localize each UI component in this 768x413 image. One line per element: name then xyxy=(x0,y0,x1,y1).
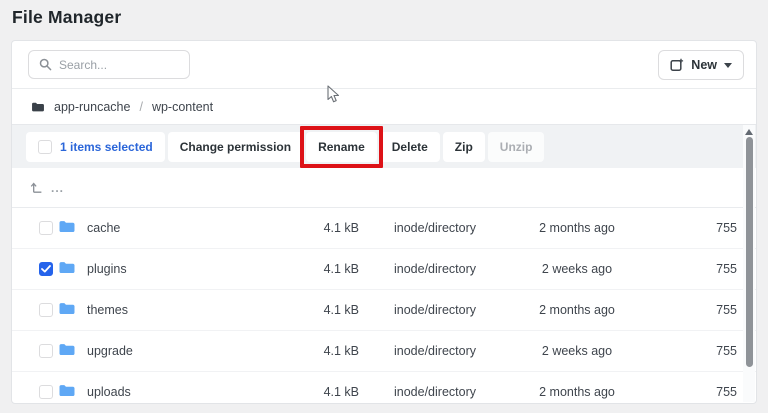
file-name[interactable]: upgrade xyxy=(87,344,133,358)
file-modified: 2 weeks ago xyxy=(517,262,637,276)
folder-icon xyxy=(31,101,45,113)
name-cell: cache xyxy=(39,219,269,237)
table-row[interactable]: plugins 4.1 kB inode/directory 2 weeks a… xyxy=(12,249,756,290)
file-type: inode/directory xyxy=(359,385,517,399)
file-size: 4.1 kB xyxy=(269,221,359,235)
parent-directory-row[interactable]: ... xyxy=(12,168,756,208)
file-permissions: 755 xyxy=(637,221,737,235)
change-permission-button[interactable]: Change permission xyxy=(168,132,303,162)
go-up-icon xyxy=(29,180,44,195)
folder-icon xyxy=(58,342,76,360)
file-modified: 2 months ago xyxy=(517,221,637,235)
row-checkbox[interactable] xyxy=(39,385,53,399)
folder-icon xyxy=(58,301,76,319)
name-cell: upgrade xyxy=(39,342,269,360)
table-row[interactable]: upgrade 4.1 kB inode/directory 2 weeks a… xyxy=(12,331,756,372)
breadcrumb-separator: / xyxy=(139,100,142,114)
file-size: 4.1 kB xyxy=(269,344,359,358)
zip-button[interactable]: Zip xyxy=(443,132,485,162)
file-name[interactable]: themes xyxy=(87,303,128,317)
new-file-icon xyxy=(670,58,684,72)
rename-button[interactable]: Rename xyxy=(306,132,377,162)
file-type: inode/directory xyxy=(359,303,517,317)
file-size: 4.1 kB xyxy=(269,262,359,276)
parent-directory-label: ... xyxy=(51,181,64,195)
file-name[interactable]: cache xyxy=(87,221,120,235)
row-checkbox[interactable] xyxy=(39,344,53,358)
file-permissions: 755 xyxy=(637,303,737,317)
delete-button[interactable]: Delete xyxy=(380,132,440,162)
file-modified: 2 weeks ago xyxy=(517,344,637,358)
folder-icon xyxy=(58,383,76,401)
file-type: inode/directory xyxy=(359,262,517,276)
scrollbar-thumb[interactable] xyxy=(746,137,753,367)
file-name[interactable]: uploads xyxy=(87,385,131,399)
search-icon xyxy=(39,58,52,71)
file-type: inode/directory xyxy=(359,344,517,358)
rename-button-wrapper: Rename xyxy=(306,132,377,162)
row-checkbox[interactable] xyxy=(39,221,53,235)
row-checkbox[interactable] xyxy=(39,303,53,317)
selection-count-button[interactable]: 1 items selected xyxy=(26,132,165,162)
file-manager-panel: New app-runcache / wp-content 1 items se… xyxy=(11,40,757,404)
file-name[interactable]: plugins xyxy=(87,262,127,276)
select-all-checkbox[interactable] xyxy=(38,140,52,154)
chevron-down-icon xyxy=(724,63,732,68)
vertical-scrollbar xyxy=(743,125,755,402)
row-checkbox[interactable] xyxy=(39,262,53,276)
file-permissions: 755 xyxy=(637,385,737,399)
unzip-button[interactable]: Unzip xyxy=(488,132,545,162)
name-cell: uploads xyxy=(39,383,269,401)
name-cell: themes xyxy=(39,301,269,319)
file-list: cache 4.1 kB inode/directory 2 months ag… xyxy=(12,208,756,404)
page-title: File Manager xyxy=(12,7,121,28)
breadcrumb-item-current[interactable]: wp-content xyxy=(152,100,213,114)
breadcrumb-item-root[interactable]: app-runcache xyxy=(54,100,130,114)
table-row[interactable]: cache 4.1 kB inode/directory 2 months ag… xyxy=(12,208,756,249)
table-row[interactable]: themes 4.1 kB inode/directory 2 months a… xyxy=(12,290,756,331)
file-size: 4.1 kB xyxy=(269,385,359,399)
folder-icon xyxy=(58,219,76,237)
search-box[interactable] xyxy=(28,50,190,79)
file-permissions: 755 xyxy=(637,262,737,276)
name-cell: plugins xyxy=(39,260,269,278)
file-type: inode/directory xyxy=(359,221,517,235)
search-input[interactable] xyxy=(59,58,179,72)
breadcrumb: app-runcache / wp-content xyxy=(12,89,756,124)
file-permissions: 755 xyxy=(637,344,737,358)
selection-count-label: 1 items selected xyxy=(60,140,153,154)
scrollbar-up-arrow-icon[interactable] xyxy=(745,129,753,135)
new-button-label: New xyxy=(691,58,717,72)
table-row[interactable]: uploads 4.1 kB inode/directory 2 months … xyxy=(12,372,756,404)
file-modified: 2 months ago xyxy=(517,385,637,399)
file-modified: 2 months ago xyxy=(517,303,637,317)
top-bar: New xyxy=(12,41,756,89)
folder-icon xyxy=(58,260,76,278)
file-size: 4.1 kB xyxy=(269,303,359,317)
new-button[interactable]: New xyxy=(658,50,744,80)
selection-toolbar: 1 items selected Change permission Renam… xyxy=(12,124,756,168)
